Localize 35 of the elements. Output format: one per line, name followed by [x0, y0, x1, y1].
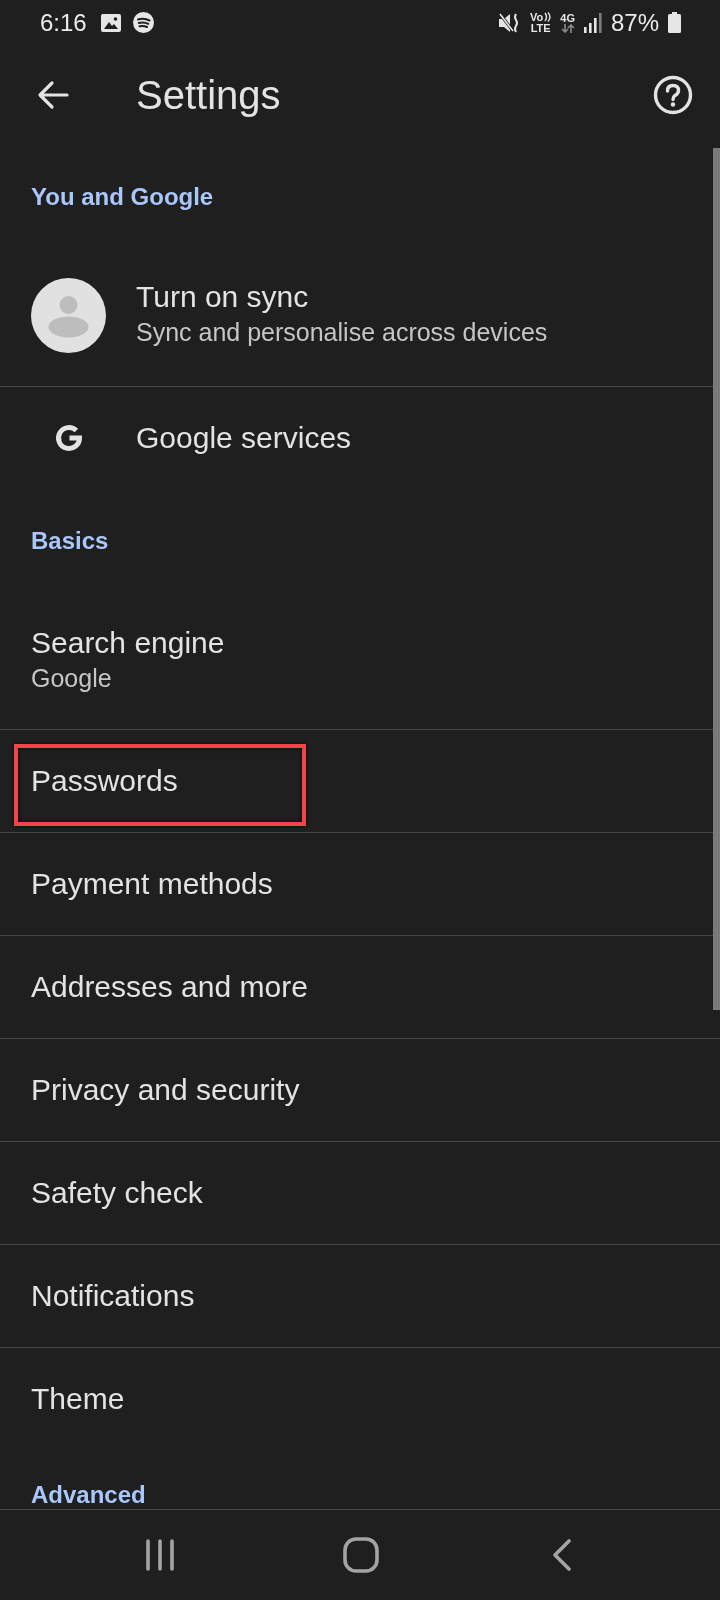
- battery-percent: 87%: [610, 8, 659, 37]
- back-icon[interactable]: [552, 1539, 572, 1571]
- back-arrow-icon[interactable]: [37, 80, 69, 110]
- item-title[interactable]: Safety check: [31, 1175, 203, 1211]
- mute-icon: [498, 11, 521, 34]
- item-title[interactable]: Privacy and security: [31, 1072, 300, 1108]
- signal-waves-icon: [544, 12, 552, 22]
- item-title[interactable]: Search engine: [31, 625, 225, 661]
- help-icon[interactable]: [653, 75, 693, 115]
- lte-label: LTE: [530, 22, 551, 34]
- section-heading: Basics: [30, 526, 110, 556]
- item-title[interactable]: Google services: [136, 420, 352, 456]
- battery-icon: [668, 12, 681, 33]
- page-title: Settings: [136, 72, 282, 119]
- section-heading: Advanced: [30, 1480, 147, 1508]
- circle-arcs-icon: [132, 12, 154, 33]
- signal-icon: [583, 12, 602, 33]
- item-subtitle: Sync and personalise across devices: [136, 316, 548, 347]
- item-title[interactable]: Turn on sync: [136, 278, 548, 315]
- clock-time: 6:16: [40, 8, 87, 37]
- item-title[interactable]: Addresses and more: [31, 969, 308, 1005]
- network-label: 4G: [560, 12, 575, 24]
- item-title[interactable]: Passwords: [31, 763, 178, 799]
- item-subtitle: Google: [31, 663, 113, 693]
- volte-label: Vo: [530, 11, 544, 23]
- item-title[interactable]: Payment methods: [31, 866, 273, 902]
- image-icon: [100, 13, 121, 32]
- data-arrows-icon: [560, 23, 575, 33]
- item-title[interactable]: Notifications: [31, 1278, 195, 1314]
- home-icon[interactable]: [343, 1537, 379, 1573]
- letter-g-icon: [53, 423, 84, 453]
- item-title[interactable]: Theme: [31, 1381, 125, 1417]
- recent-apps-icon[interactable]: [146, 1539, 174, 1571]
- avatar-icon: [31, 278, 106, 353]
- section-heading: You and Google: [30, 182, 215, 212]
